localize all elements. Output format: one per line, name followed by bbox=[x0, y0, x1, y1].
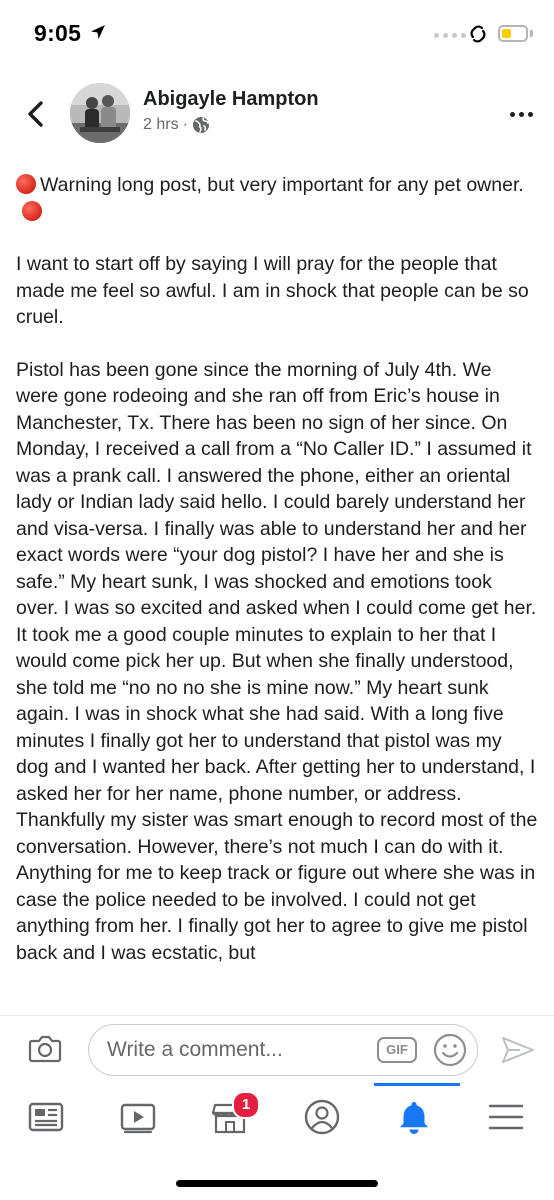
status-bar: 9:05 bbox=[0, 0, 554, 66]
post-header: Abigayle Hampton 2 hrs · bbox=[0, 66, 554, 162]
post-paragraph-text: Warning long post, but very important fo… bbox=[40, 174, 524, 196]
post-paragraph: Pistol has been gone since the morning o… bbox=[16, 357, 538, 967]
comment-placeholder: Write a comment... bbox=[107, 1038, 283, 1061]
post-paragraph-text: I want to start off by saying I will pra… bbox=[16, 253, 529, 328]
hotspot-link-icon bbox=[470, 25, 486, 43]
post-paragraph: Warning long post, but very important fo… bbox=[16, 172, 538, 225]
globe-icon bbox=[192, 117, 209, 133]
avatar-photo bbox=[70, 83, 130, 143]
nav-item-watch[interactable] bbox=[92, 1083, 184, 1153]
hamburger-menu-icon bbox=[488, 1104, 524, 1130]
battery-cap bbox=[530, 30, 533, 37]
nav-item-profile[interactable] bbox=[276, 1083, 368, 1153]
bottom-navigation: 1 bbox=[0, 1083, 554, 1200]
post-meta: 2 hrs · bbox=[143, 116, 210, 134]
profile-icon bbox=[304, 1099, 340, 1135]
bell-icon bbox=[400, 1102, 428, 1134]
post-paragraph: I want to start off by saying I will pra… bbox=[16, 251, 538, 331]
nav-item-menu[interactable] bbox=[460, 1083, 552, 1153]
facebook-post-screen: 9:05 Abigayle Hampton 2 hrs · Warning lo… bbox=[0, 0, 554, 1200]
emoji-smiley-icon[interactable] bbox=[433, 1033, 467, 1067]
more-options-icon[interactable] bbox=[504, 106, 538, 122]
post-time[interactable]: 2 hrs bbox=[143, 116, 179, 134]
marketplace-badge: 1 bbox=[232, 1091, 260, 1119]
location-arrow-icon bbox=[91, 25, 105, 39]
meta-separator: · bbox=[182, 116, 188, 133]
camera-icon[interactable] bbox=[28, 1032, 62, 1064]
post-paragraph-text: Pistol has been gone since the morning o… bbox=[16, 358, 538, 964]
nav-item-news-feed[interactable] bbox=[0, 1083, 92, 1153]
status-time: 9:05 bbox=[34, 20, 82, 46]
send-icon[interactable] bbox=[500, 1034, 536, 1066]
nav-item-marketplace[interactable] bbox=[184, 1083, 276, 1153]
author-avatar[interactable] bbox=[70, 83, 130, 143]
signal-strength-icon bbox=[434, 33, 466, 38]
video-play-icon bbox=[120, 1103, 156, 1134]
battery-icon bbox=[498, 25, 528, 42]
gif-button[interactable]: GIF bbox=[377, 1037, 417, 1063]
home-indicator[interactable] bbox=[176, 1180, 378, 1187]
post-body: Warning long post, but very important fo… bbox=[16, 172, 538, 1015]
news-feed-icon bbox=[28, 1102, 64, 1132]
nav-item-notifications[interactable] bbox=[368, 1083, 460, 1153]
red-circle-emoji-icon bbox=[22, 200, 42, 221]
back-arrow-icon[interactable] bbox=[18, 96, 54, 132]
author-name[interactable]: Abigayle Hampton bbox=[143, 88, 319, 111]
red-circle-emoji-icon bbox=[16, 174, 36, 194]
comment-bar: Write a comment... GIF bbox=[0, 1015, 554, 1084]
comment-input[interactable]: Write a comment... GIF bbox=[88, 1024, 478, 1076]
battery-level bbox=[502, 29, 511, 38]
